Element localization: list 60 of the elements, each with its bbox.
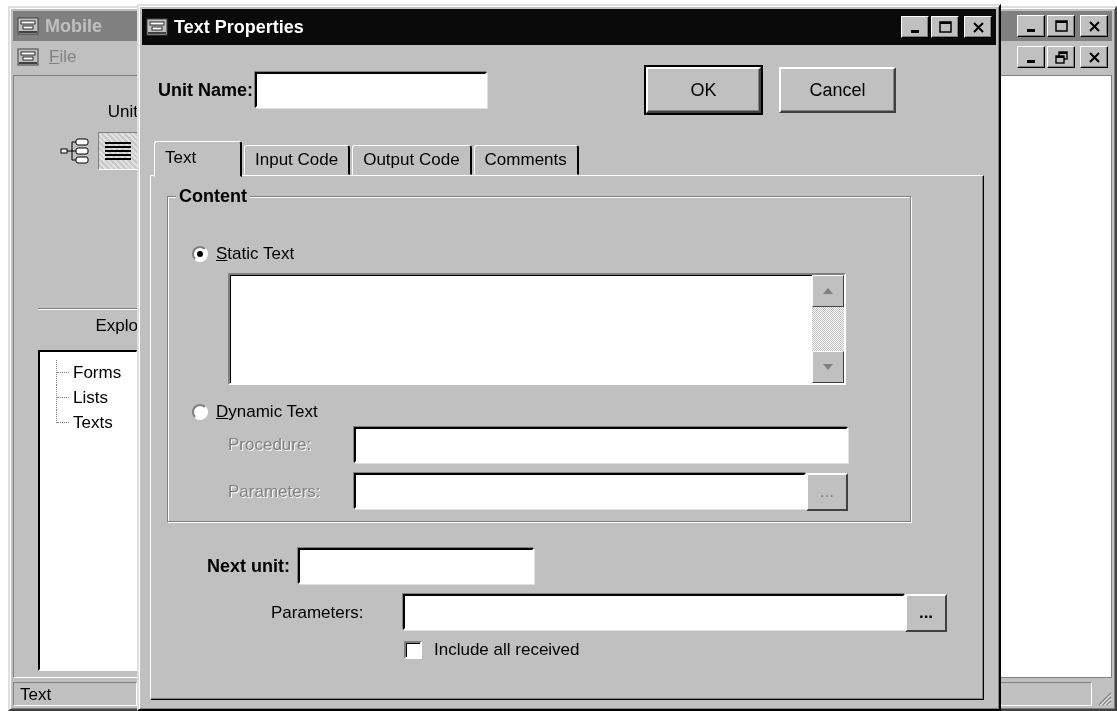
radio-button[interactable]: [192, 404, 208, 420]
cancel-button[interactable]: Cancel: [779, 67, 896, 113]
max-icon: [937, 20, 953, 35]
resize-grip-icon[interactable]: [1096, 690, 1112, 706]
tab[interactable]: Output Code: [352, 145, 472, 175]
minimize-icon: [1027, 60, 1035, 63]
status-text: Text: [13, 682, 137, 706]
minimize-icon: [1027, 29, 1035, 32]
radio-label[interactable]: Dynamic Text: [216, 402, 318, 422]
close-icon: [1086, 50, 1102, 65]
section-label: Explo: [95, 315, 138, 337]
maximize-button[interactable]: [931, 16, 959, 38]
scroll-up-button[interactable]: [812, 275, 844, 307]
max-icon: [1053, 19, 1069, 34]
browse-button[interactable]: ...: [905, 594, 947, 632]
maximize-button[interactable]: [1047, 15, 1075, 37]
up-arrow-icon: [822, 287, 834, 295]
checkbox[interactable]: [404, 641, 422, 659]
field-label: Parameters:: [228, 482, 322, 502]
minimize-button[interactable]: [1017, 46, 1045, 68]
field-label: Parameters:: [271, 603, 365, 623]
app-icon: [146, 17, 168, 37]
scroll-down-button[interactable]: [812, 351, 844, 383]
text-area[interactable]: [228, 273, 846, 385]
document-icon[interactable]: [17, 47, 39, 67]
window-title: Mobile: [45, 15, 102, 37]
ok-button[interactable]: OK: [646, 67, 761, 113]
dialog-title: Text Properties: [174, 16, 304, 38]
radio-label[interactable]: Static Text: [216, 244, 295, 264]
close-button[interactable]: [1080, 15, 1108, 37]
tab[interactable]: Text: [154, 141, 242, 177]
field-label: Procedure:: [228, 435, 313, 455]
close-button[interactable]: [964, 16, 992, 38]
section-label: Unit: [107, 101, 138, 123]
tab[interactable]: Input Code: [244, 145, 351, 175]
scrollbar[interactable]: [812, 275, 844, 383]
checkbox-label[interactable]: Include all received: [434, 640, 580, 660]
tree-item[interactable]: Texts: [70, 412, 113, 433]
restore-button[interactable]: [1047, 46, 1075, 68]
app-icon: [17, 16, 39, 36]
next-unit-field[interactable]: [298, 548, 534, 584]
list-icon: [103, 140, 133, 162]
tab[interactable]: Comments: [473, 145, 579, 175]
list-view-button[interactable]: [98, 132, 138, 170]
minimize-icon: [911, 30, 919, 33]
parameters-field[interactable]: [403, 594, 905, 630]
minimize-button[interactable]: [1017, 15, 1045, 37]
tree-item[interactable]: Forms: [70, 362, 122, 383]
field-label: Next unit:: [207, 555, 290, 577]
field-label: Unit Name:: [158, 79, 253, 101]
close-icon: [1086, 19, 1102, 34]
close-icon: [970, 20, 986, 35]
minimize-button[interactable]: [901, 16, 929, 38]
tree-item[interactable]: Lists: [70, 387, 108, 408]
close-button[interactable]: [1080, 46, 1108, 68]
unit-name-field[interactable]: [255, 72, 487, 108]
down-arrow-icon: [822, 363, 834, 371]
restore-icon: [1053, 50, 1069, 65]
tree-icon: [60, 138, 90, 164]
radio-button[interactable]: [192, 246, 208, 262]
